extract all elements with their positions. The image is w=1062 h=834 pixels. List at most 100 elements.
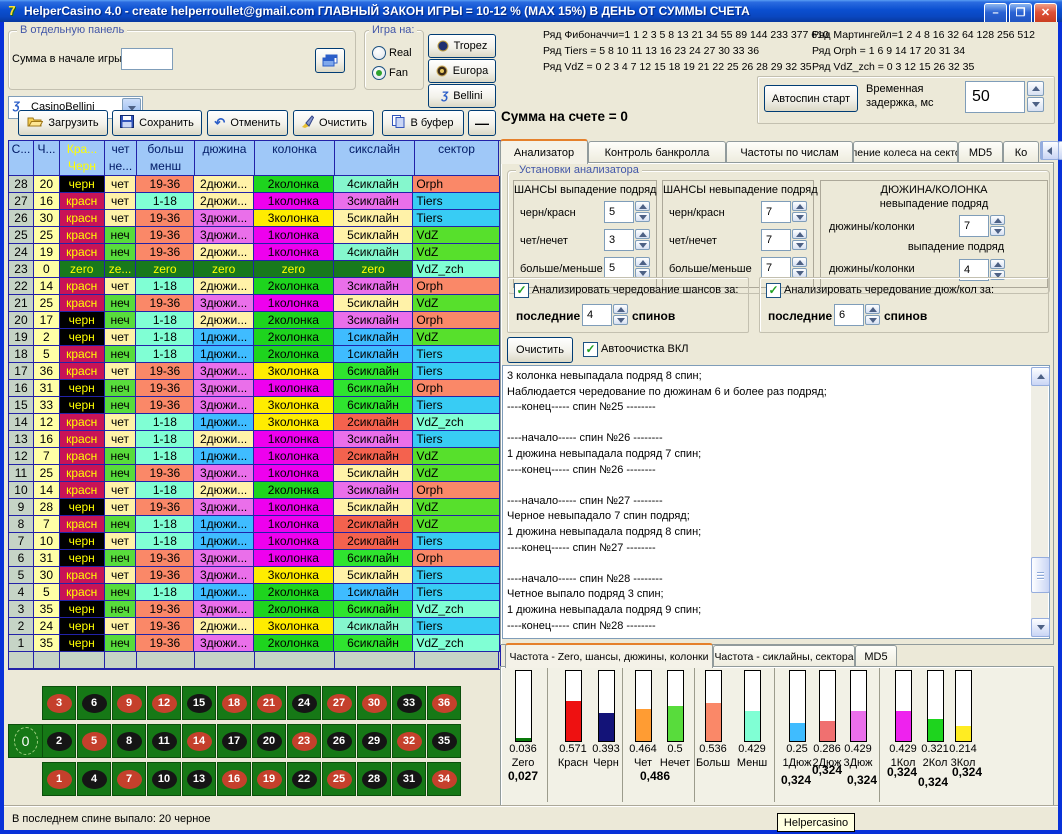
clear-log-button[interactable]: Очистить xyxy=(507,337,573,363)
dozen-miss-spinner[interactable]: 7 xyxy=(959,215,1005,237)
chance-row-spinner[interactable]: 5 xyxy=(604,201,650,223)
roulette-cell-28[interactable]: 28 xyxy=(357,762,391,796)
roulette-cell-5[interactable]: 5 xyxy=(77,724,111,758)
roulette-cell-33[interactable]: 33 xyxy=(392,686,426,720)
tab-analyzer-6[interactable]: Ко xyxy=(1003,141,1039,163)
toolbar-undo-button[interactable]: ↶Отменить xyxy=(207,110,288,136)
tab-analyzer-2[interactable]: Контроль банкролла xyxy=(588,141,726,163)
history-row[interactable]: 224чернчет19-362дюжи...3колонка4сиклайнT… xyxy=(9,618,500,635)
history-row[interactable]: 1631черннеч19-363дюжи...1колонка6сиклайн… xyxy=(9,380,500,397)
toolbar-copy-button[interactable]: В буфер xyxy=(382,110,464,136)
tab-analyzer-4[interactable]: Деление колеса на сектора xyxy=(853,141,958,163)
radio-real[interactable] xyxy=(372,46,386,60)
spinner-up-icon[interactable] xyxy=(990,215,1005,225)
roulette-cell-23[interactable]: 23 xyxy=(287,724,321,758)
history-row[interactable]: 87красннеч1-181дюжи...1колонка2сиклайнVd… xyxy=(9,516,500,533)
spinner-up-icon[interactable] xyxy=(1027,81,1044,96)
analysis-log[interactable]: 3 колонка невыпадала подряд 8 спин; Набл… xyxy=(502,365,1050,639)
chance-row-spinner[interactable]: 7 xyxy=(761,229,807,251)
roulette-cell-12[interactable]: 12 xyxy=(147,686,181,720)
history-row[interactable]: 45красннеч1-181дюжи...2колонка1сиклайнTi… xyxy=(9,584,500,601)
roulette-cell-15[interactable]: 15 xyxy=(182,686,216,720)
history-row[interactable]: 1316краснчет1-182дюжи...1колонка3сиклайн… xyxy=(9,431,500,448)
roulette-cell-1[interactable]: 1 xyxy=(42,762,76,796)
casino-tropez-button[interactable]: Tropez xyxy=(428,34,496,58)
last-dozens-spinner[interactable]: 6 xyxy=(834,304,880,326)
history-row[interactable]: 1125красннеч19-363дюжи...1колонка5сиклай… xyxy=(9,465,500,482)
roulette-cell-17[interactable]: 17 xyxy=(217,724,251,758)
history-row[interactable]: 2716краснчет1-182дюжи...1колонка3сиклайн… xyxy=(9,193,500,210)
history-row[interactable]: 1736краснчет19-363дюжи...3колонка6сиклай… xyxy=(9,363,500,380)
delay-input[interactable]: 50 xyxy=(965,81,1025,113)
tab-frequency-2[interactable]: Частота - сиклайны, сектора xyxy=(713,645,855,667)
roulette-cell-7[interactable]: 7 xyxy=(112,762,146,796)
column-header[interactable]: большменш xyxy=(137,141,195,176)
history-row[interactable]: 1533черннеч19-363дюжи...3колонка6сиклайн… xyxy=(9,397,500,414)
roulette-cell-13[interactable]: 13 xyxy=(182,762,216,796)
alternation-dozens-checkbox[interactable]: ✓ xyxy=(766,283,781,298)
scroll-up-icon[interactable] xyxy=(1031,367,1050,386)
roulette-cell-14[interactable]: 14 xyxy=(182,724,216,758)
detach-panel-button[interactable] xyxy=(315,48,345,73)
column-header[interactable]: Ч... xyxy=(34,141,60,176)
column-header[interactable]: Кра...Черн xyxy=(60,141,105,176)
history-row[interactable]: 2125красннеч19-363дюжи...1колонка5сиклай… xyxy=(9,295,500,312)
toolbar-brush-button[interactable]: Очистить xyxy=(293,110,374,136)
autoclear-checkbox[interactable]: ✓ xyxy=(583,342,598,357)
history-row[interactable]: 2214краснчет1-182дюжи...2колонка3сиклайн… xyxy=(9,278,500,295)
history-row[interactable]: 1412краснчет1-181дюжи...3колонка2сиклайн… xyxy=(9,414,500,431)
tab-analyzer-1[interactable]: Анализатор xyxy=(500,139,588,164)
tab-scroll-right-icon[interactable] xyxy=(1058,141,1062,160)
history-row[interactable]: 928чернчет19-363дюжи...1колонка5сиклайнV… xyxy=(9,499,500,516)
roulette-cell-6[interactable]: 6 xyxy=(77,686,111,720)
spinner-down-icon[interactable] xyxy=(1027,97,1044,112)
tab-analyzer-5[interactable]: MD5 xyxy=(958,141,1003,163)
tab-analyzer-3[interactable]: Частоты по числам xyxy=(726,141,853,163)
roulette-cell-24[interactable]: 24 xyxy=(287,686,321,720)
history-row[interactable]: 127красннеч1-181дюжи...1колонка2сиклайнV… xyxy=(9,448,500,465)
roulette-cell-19[interactable]: 19 xyxy=(252,762,286,796)
roulette-cell-30[interactable]: 30 xyxy=(357,686,391,720)
history-row[interactable]: 1014краснчет1-182дюжи...2колонка3сиклайн… xyxy=(9,482,500,499)
spinner-up-icon[interactable] xyxy=(635,257,650,267)
roulette-cell-3[interactable]: 3 xyxy=(42,686,76,720)
roulette-cell-8[interactable]: 8 xyxy=(112,724,146,758)
history-row[interactable]: 2419красннеч19-362дюжи...1колонка4сиклай… xyxy=(9,244,500,261)
roulette-cell-27[interactable]: 27 xyxy=(322,686,356,720)
history-row[interactable]: 2630краснчет19-363дюжи...3колонка5сиклай… xyxy=(9,210,500,227)
chance-row-spinner[interactable]: 7 xyxy=(761,201,807,223)
tab-frequency-1[interactable]: Частота - Zero, шансы, дюжины, колонки xyxy=(505,643,713,668)
column-header[interactable]: четне... xyxy=(105,141,137,176)
roulette-cell-26[interactable]: 26 xyxy=(322,724,356,758)
alternation-chances-checkbox[interactable]: ✓ xyxy=(514,283,529,298)
column-header[interactable]: С... xyxy=(9,141,34,176)
chance-row-spinner[interactable]: 5 xyxy=(604,257,650,279)
casino-europa-button[interactable]: Europa xyxy=(428,59,496,83)
history-row[interactable]: 2525красннеч19-363дюжи...1колонка5сиклай… xyxy=(9,227,500,244)
scroll-down-icon[interactable] xyxy=(1031,618,1050,637)
history-row[interactable]: 710чернчет1-181дюжи...1колонка2сиклайнTi… xyxy=(9,533,500,550)
delay-spinner[interactable] xyxy=(1027,81,1044,113)
toolbar-open-folder-button[interactable]: Загрузить xyxy=(18,110,108,136)
roulette-cell-29[interactable]: 29 xyxy=(357,724,391,758)
roulette-cell-2[interactable]: 2 xyxy=(42,724,76,758)
roulette-cell-32[interactable]: 32 xyxy=(392,724,426,758)
tab-frequency-3[interactable]: MD5 xyxy=(855,645,897,667)
spinner-down-icon[interactable] xyxy=(635,212,650,222)
collapse-button[interactable]: — xyxy=(468,110,496,136)
spinner-up-icon[interactable] xyxy=(792,229,807,239)
history-row[interactable]: 230zeroze...zerozerozerozeroVdZ_zch xyxy=(9,261,500,278)
spinner-up-icon[interactable] xyxy=(792,257,807,267)
last-spins-spinner[interactable]: 4 xyxy=(582,304,628,326)
roulette-cell-31[interactable]: 31 xyxy=(392,762,426,796)
column-header[interactable]: сектор xyxy=(415,141,499,176)
roulette-cell-20[interactable]: 20 xyxy=(252,724,286,758)
spinner-up-icon[interactable] xyxy=(635,229,650,239)
spinner-up-icon[interactable] xyxy=(990,259,1005,269)
toolbar-save-floppy-button[interactable]: Сохранить xyxy=(112,110,202,136)
history-row[interactable]: 2017черннеч1-182дюжи...2колонка3сиклайнO… xyxy=(9,312,500,329)
column-header[interactable]: колонка xyxy=(255,141,335,176)
history-row[interactable]: 135черннеч19-363дюжи...2колонка6сиклайнV… xyxy=(9,635,500,652)
roulette-cell-25[interactable]: 25 xyxy=(322,762,356,796)
roulette-zero-cell[interactable]: 0 xyxy=(8,724,43,758)
